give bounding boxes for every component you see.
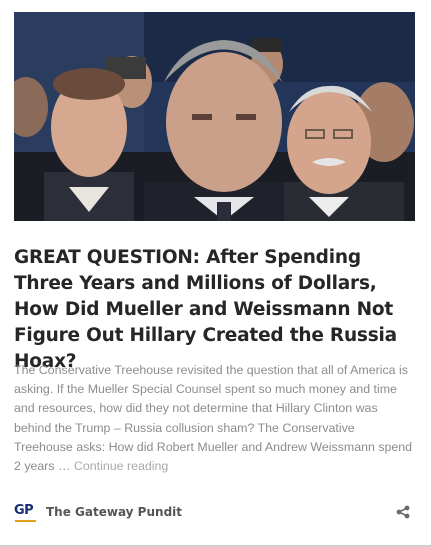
article-image[interactable] [14,12,415,221]
article-excerpt: The Conservative Treehouse revisited the… [14,361,416,476]
source-logo[interactable]: GP [14,502,38,522]
news-card[interactable]: GREAT QUESTION: After Spending Three Yea… [0,0,431,547]
share-icon[interactable] [396,505,410,519]
article-headline[interactable]: GREAT QUESTION: After Spending Three Yea… [14,245,414,375]
excerpt-text: The Conservative Treehouse revisited the… [14,363,413,474]
source-name[interactable]: The Gateway Pundit [46,504,182,520]
continue-reading-link[interactable]: Continue reading [74,459,168,473]
card-footer: GP The Gateway Pundit [14,500,416,524]
article-photo [14,12,415,221]
